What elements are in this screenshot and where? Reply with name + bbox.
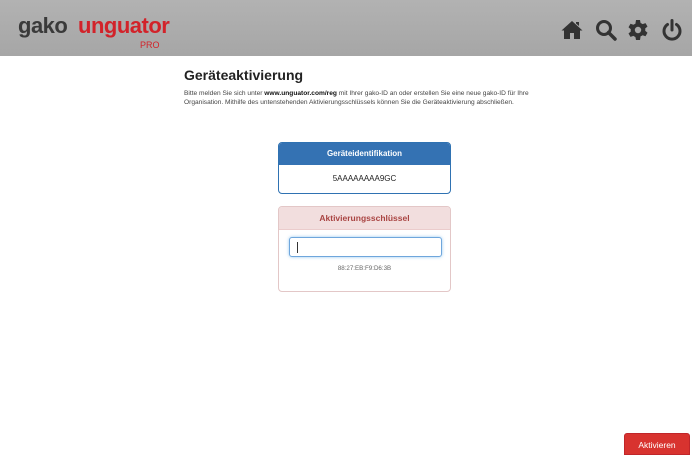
text-cursor — [297, 242, 298, 253]
home-icon[interactable] — [560, 18, 584, 42]
activation-key-panel: Aktivierungsschlüssel 88:27:EB:F9:D6:3B — [278, 206, 451, 292]
activation-key-header: Aktivierungsschlüssel — [279, 207, 450, 230]
app-header: gako unguator PRO — [0, 0, 692, 56]
mac-address: 88:27:EB:F9:D6:3B — [337, 265, 392, 272]
device-id-value: 5AAAAAAAA9GC — [332, 174, 397, 183]
logo-text-gako: gako — [18, 13, 68, 38]
device-id-header: Geräteidentifikation — [279, 143, 450, 165]
registration-link: www.unguator.com/reg — [264, 90, 337, 97]
description-pre: Bitte melden Sie sich unter — [184, 90, 265, 97]
gear-icon[interactable] — [626, 18, 650, 42]
page-title: Geräteaktivierung — [184, 67, 304, 83]
main-content: Geräteaktivierung Bitte melden Sie sich … — [184, 67, 544, 107]
activation-key-input[interactable] — [290, 239, 441, 257]
activation-key-field[interactable] — [289, 237, 442, 257]
activate-button[interactable]: Aktivieren — [624, 433, 690, 455]
logo-text-unguator: unguator — [78, 13, 170, 38]
search-icon[interactable] — [594, 18, 618, 42]
page-description: Bitte melden Sie sich unter www.unguator… — [184, 89, 544, 107]
logo-pro-badge: PRO — [140, 40, 160, 50]
power-icon[interactable] — [660, 18, 684, 42]
device-id-panel: Geräteidentifikation 5AAAAAAAA9GC — [278, 142, 451, 194]
